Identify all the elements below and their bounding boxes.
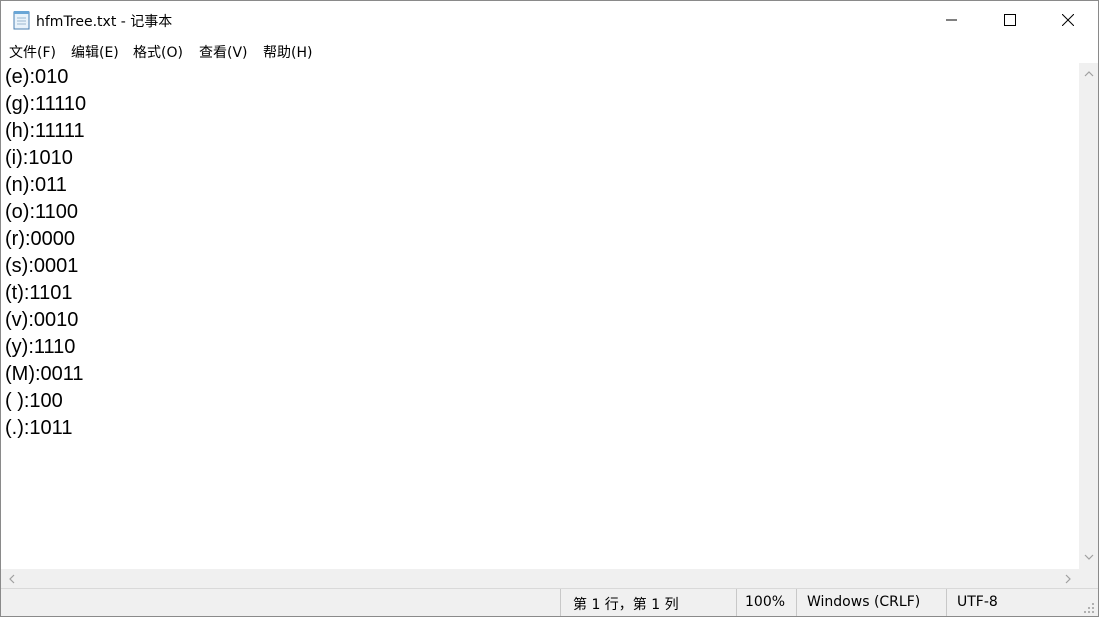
status-encoding-cell: UTF-8 xyxy=(946,589,1098,616)
minimize-icon xyxy=(946,19,957,21)
notepad-icon xyxy=(13,10,31,30)
minimize-button[interactable] xyxy=(923,1,981,39)
editor-line[interactable]: (v):0010 xyxy=(5,307,78,334)
menu-bar: 文件(F) 编辑(E) 格式(O) 查看(V) 帮助(H) xyxy=(1,39,1098,63)
editor-line[interactable]: (t):1101 xyxy=(5,280,72,307)
editor-line[interactable]: (.):1011 xyxy=(5,415,72,442)
editor-line[interactable]: (M):0011 xyxy=(5,361,84,388)
editor-line[interactable]: (g):11110 xyxy=(5,91,86,118)
scroll-left-icon[interactable] xyxy=(3,570,20,587)
status-zoom-cell: 100% xyxy=(736,589,796,616)
cursor-position: 第 1 行，第 1 列 xyxy=(573,597,679,613)
scrollbar-corner xyxy=(1079,569,1098,588)
menu-edit[interactable]: 编辑(E) xyxy=(71,42,119,62)
horizontal-scrollbar[interactable] xyxy=(1,569,1079,588)
editor-line[interactable]: (e):010 xyxy=(5,64,68,91)
title-bar[interactable]: hfmTree.txt - 记事本 xyxy=(1,1,1098,39)
status-bar: 第 1 行，第 1 列 100% Windows (CRLF) UTF-8 xyxy=(1,588,1098,616)
editor-line[interactable]: ( ):100 xyxy=(5,388,63,415)
editor-line[interactable]: (o):1100 xyxy=(5,199,78,226)
scroll-up-icon[interactable] xyxy=(1080,65,1097,82)
window-title: hfmTree.txt - 记事本 xyxy=(36,14,173,30)
encoding: UTF-8 xyxy=(957,594,998,610)
editor-line[interactable]: (y):1110 xyxy=(5,334,75,361)
menu-view[interactable]: 查看(V) xyxy=(199,42,248,62)
scroll-down-icon[interactable] xyxy=(1080,548,1097,565)
maximize-icon xyxy=(1004,14,1016,26)
vertical-scrollbar[interactable] xyxy=(1079,63,1098,569)
menu-file[interactable]: 文件(F) xyxy=(9,42,56,62)
status-line-ending-cell: Windows (CRLF) xyxy=(796,589,946,616)
scroll-right-icon[interactable] xyxy=(1059,570,1076,587)
editor-line[interactable]: (n):011 xyxy=(5,172,67,199)
editor-line[interactable]: (s):0001 xyxy=(5,253,78,280)
close-icon xyxy=(1062,14,1074,26)
menu-help[interactable]: 帮助(H) xyxy=(263,42,312,62)
close-button[interactable] xyxy=(1039,1,1097,39)
line-ending: Windows (CRLF) xyxy=(807,594,921,610)
notepad-window: hfmTree.txt - 记事本 文件(F) 编辑(E) 格式(O) 查看(V… xyxy=(0,0,1099,617)
maximize-button[interactable] xyxy=(981,1,1039,39)
menu-format[interactable]: 格式(O) xyxy=(133,42,183,62)
resize-grip-icon[interactable] xyxy=(1081,599,1095,613)
status-position-cell: 第 1 行，第 1 列 xyxy=(560,589,736,616)
editor-line[interactable]: (r):0000 xyxy=(5,226,75,253)
zoom-level: 100% xyxy=(745,594,786,610)
text-editor[interactable]: (e):010 (g):11110 (h):11111 (i):1010 (n)… xyxy=(1,63,1079,569)
editor-line[interactable]: (i):1010 xyxy=(5,145,73,172)
editor-line[interactable]: (h):11111 xyxy=(5,118,85,145)
